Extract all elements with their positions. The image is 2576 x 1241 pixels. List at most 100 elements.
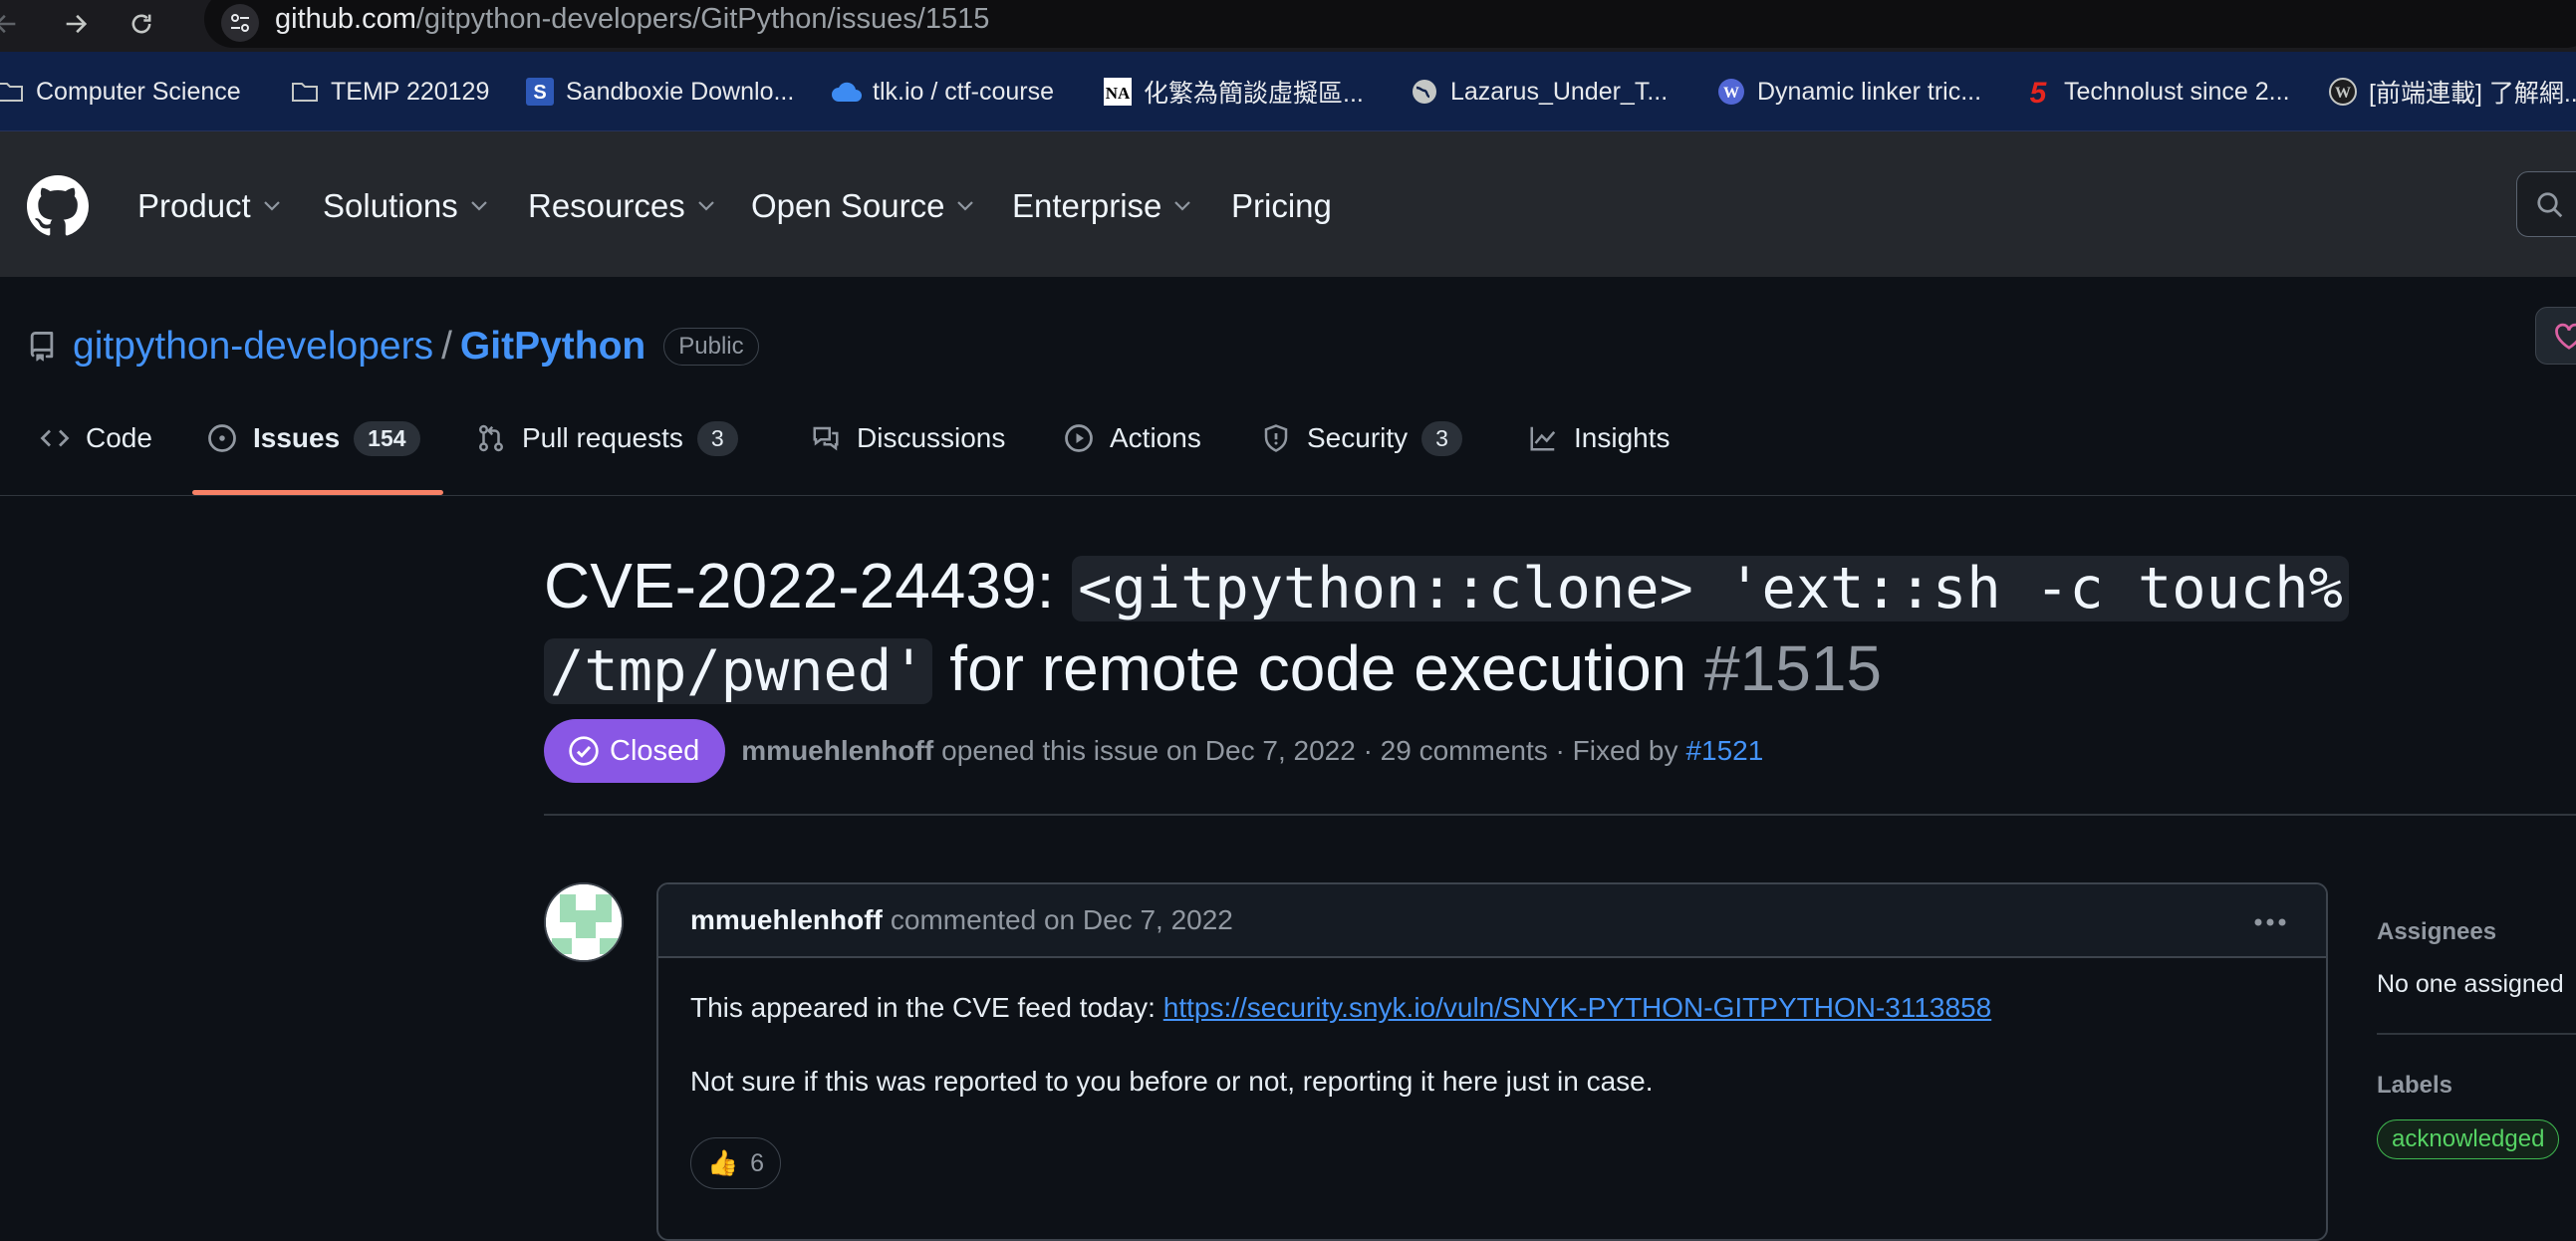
search-icon xyxy=(2537,192,2563,218)
check-circle-icon xyxy=(569,736,599,766)
nav-solutions[interactable]: Solutions xyxy=(323,184,488,228)
bookmark-label: [前端連載] 了解網... xyxy=(2369,80,2576,108)
bookmark-item[interactable]: TEMP 220129 xyxy=(289,72,489,112)
wordpress-icon: W xyxy=(2327,76,2359,108)
cloud-icon xyxy=(831,76,863,108)
active-tab-indicator xyxy=(192,490,443,495)
comment-box: mmuehlenhoff commented on Dec 7, 2022 Th… xyxy=(656,882,2328,1241)
comment-text: This appeared in the CVE feed today: xyxy=(690,992,1163,1023)
bookmark-label: Dynamic linker tric... xyxy=(1757,77,1982,106)
forward-button[interactable] xyxy=(56,4,96,44)
reaction-count: 6 xyxy=(750,1148,765,1177)
url-text[interactable]: github.com/gitpython-developers/GitPytho… xyxy=(275,0,989,38)
issue-author-link[interactable]: mmuehlenhoff xyxy=(741,735,933,767)
repo-name-link[interactable]: GitPython xyxy=(460,325,645,369)
nav-product[interactable]: Product xyxy=(137,184,281,228)
svg-text:W: W xyxy=(2335,85,2351,102)
comment-paragraph: Not sure if this was reported to you bef… xyxy=(690,1066,1654,1097)
labels-heading[interactable]: Labels xyxy=(2377,1072,2452,1100)
github-logo-icon[interactable] xyxy=(27,175,89,237)
tab-actions[interactable]: Actions xyxy=(1064,416,1201,460)
bookmark-item[interactable]: S Sandboxie Downlo... xyxy=(524,72,794,112)
tab-discussions[interactable]: Discussions xyxy=(811,416,1005,460)
bookmark-item[interactable]: Lazarus_Under_T... xyxy=(1409,72,1668,112)
tab-label: Actions xyxy=(1110,422,1201,453)
tab-label: Discussions xyxy=(857,422,1006,453)
bookmark-item[interactable]: W Dynamic linker tric... xyxy=(1715,72,1981,112)
divider xyxy=(544,814,2576,816)
reload-button[interactable] xyxy=(122,4,161,44)
tab-label: Pull requests xyxy=(522,422,683,453)
bookmark-item[interactable]: 5 Technolust since 2... xyxy=(2022,72,2290,112)
issue-opened-icon xyxy=(208,424,236,452)
five-icon: 5 xyxy=(2022,76,2054,108)
sponsor-button[interactable] xyxy=(2535,307,2576,365)
nav-pricing[interactable]: Pricing xyxy=(1231,184,1332,228)
comment-body: This appeared in the CVE feed today: htt… xyxy=(690,988,1991,1102)
bookmark-item[interactable]: Computer Science xyxy=(0,72,241,112)
comment-paragraph: This appeared in the CVE feed today: htt… xyxy=(690,988,1991,1028)
bookmark-item[interactable]: tlk.io / ctf-course xyxy=(831,72,1054,112)
issue-title: CVE-2022-24439: <gitpython::clone> 'ext:… xyxy=(544,546,2417,711)
assignees-heading[interactable]: Assignees xyxy=(2377,918,2496,946)
issue-state-badge: Closed xyxy=(544,719,726,783)
chevron-down-icon xyxy=(470,201,487,211)
repo-owner-link[interactable]: gitpython-developers xyxy=(73,325,433,369)
assignees-value: No one assigned xyxy=(2377,970,2564,998)
bookmark-item[interactable]: W [前端連載] 了解網... xyxy=(2327,72,2576,112)
visibility-badge: Public xyxy=(663,328,759,366)
nav-resources[interactable]: Resources xyxy=(528,184,715,228)
nav-open-source[interactable]: Open Source xyxy=(751,184,974,228)
chevron-down-icon xyxy=(957,201,974,211)
bookmark-label: 化繁為簡談虛擬區... xyxy=(1144,80,1364,108)
search-input[interactable] xyxy=(2516,171,2576,237)
tab-label: Code xyxy=(86,422,152,453)
divider xyxy=(2377,1033,2576,1035)
comment-timestamp[interactable]: commented on Dec 7, 2022 xyxy=(891,904,1233,936)
nav-enterprise[interactable]: Enterprise xyxy=(1012,184,1191,228)
nav-label: Enterprise xyxy=(1012,187,1162,224)
bookmark-item[interactable]: NA 化繁為簡談虛擬區... xyxy=(1102,72,1364,112)
bookmark-label: tlk.io / ctf-course xyxy=(873,77,1054,106)
tab-issues[interactable]: Issues 154 xyxy=(207,416,420,460)
tab-insights[interactable]: Insights xyxy=(1528,416,1671,460)
na-icon: NA xyxy=(1102,76,1134,108)
sandboxie-icon: S xyxy=(524,76,556,108)
globe-icon xyxy=(1409,76,1440,108)
comment-header: mmuehlenhoff commented on Dec 7, 2022 xyxy=(658,884,2326,958)
nav-label: Pricing xyxy=(1231,187,1332,224)
tab-security[interactable]: Security 3 xyxy=(1261,416,1462,460)
avatar[interactable] xyxy=(544,882,624,962)
code-icon xyxy=(40,429,70,447)
label-badge[interactable]: acknowledged xyxy=(2377,1119,2560,1159)
nav-label: Open Source xyxy=(751,187,945,224)
fixed-by-link[interactable]: #1521 xyxy=(1685,735,1763,767)
back-button[interactable] xyxy=(0,4,26,44)
title-code-1: <gitpython::clone> 'ext::sh -c touch% xyxy=(1072,556,2349,621)
snyk-link[interactable]: https://security.snyk.io/vuln/SNYK-PYTHO… xyxy=(1163,992,1991,1023)
svg-text:W: W xyxy=(1723,85,1739,102)
site-info-button[interactable] xyxy=(221,4,259,42)
heart-icon xyxy=(2555,323,2576,350)
tab-label: Insights xyxy=(1574,422,1671,453)
tab-code[interactable]: Code xyxy=(40,416,152,460)
title-prefix: CVE-2022-24439: xyxy=(544,550,1073,621)
issues-counter: 154 xyxy=(354,420,420,456)
repo-header: gitpython-developers / GitPython Public … xyxy=(0,277,2576,496)
browser-toolbar: github.com/gitpython-developers/GitPytho… xyxy=(0,0,2576,52)
repo-icon xyxy=(30,332,54,362)
title-suffix: for remote code execution xyxy=(931,632,1705,704)
bookmark-label: Lazarus_Under_T... xyxy=(1450,77,1669,106)
nav-label: Solutions xyxy=(323,187,458,224)
security-counter: 3 xyxy=(1421,420,1462,456)
thumbs-up-reaction[interactable]: 👍 6 xyxy=(690,1137,782,1189)
kebab-horizontal-icon[interactable] xyxy=(2250,908,2290,936)
chevron-down-icon xyxy=(263,201,280,211)
folder-icon xyxy=(289,76,321,108)
issue-meta-text: opened this issue on Dec 7, 2022 · 29 co… xyxy=(941,735,1678,766)
wordpress-icon: W xyxy=(1715,76,1747,108)
nav-label: Product xyxy=(137,187,251,224)
comment-author-link[interactable]: mmuehlenhoff xyxy=(690,904,883,936)
chevron-down-icon xyxy=(1174,201,1191,211)
tab-pull-requests[interactable]: Pull requests 3 xyxy=(476,416,738,460)
